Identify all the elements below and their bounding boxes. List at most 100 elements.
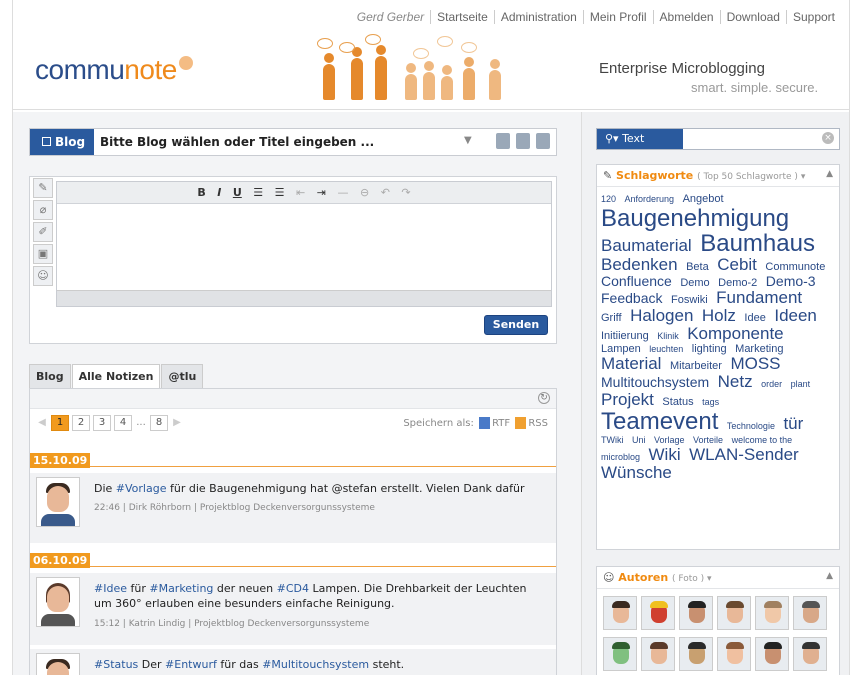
tag-link[interactable]: Baumaterial <box>601 236 692 255</box>
blog-select-input[interactable]: Bitte Blog wählen oder Titel eingeben ..… <box>100 135 374 149</box>
avatar[interactable] <box>36 653 80 675</box>
tag-link[interactable]: Demo-3 <box>766 273 816 289</box>
bullet-list-icon[interactable]: ☰ <box>253 186 263 199</box>
tab-blog[interactable]: Blog <box>29 364 71 388</box>
current-user[interactable]: Gerd Gerber <box>351 10 430 24</box>
unlink-icon[interactable]: ⊖ <box>360 186 369 199</box>
tag-link[interactable]: Uni <box>632 435 646 445</box>
tag-icon[interactable]: ✐ <box>33 222 53 242</box>
note-item[interactable]: #Idee für #Marketing der neuen #CD4 Lamp… <box>30 573 556 645</box>
tag-link[interactable]: Confluence <box>601 273 672 289</box>
hashtag-link[interactable]: #Entwurf <box>165 658 217 671</box>
author-avatar[interactable] <box>641 596 675 630</box>
tab-tlu[interactable]: @tlu <box>161 364 204 388</box>
tag-link[interactable]: Idee <box>744 312 765 324</box>
author-avatar[interactable] <box>717 596 751 630</box>
author-avatar[interactable] <box>755 637 789 671</box>
tag-link[interactable]: Beta <box>686 261 709 273</box>
tag-link[interactable]: Mitarbeiter <box>670 360 722 373</box>
tag-cloud-header[interactable]: ✎ Schlagworte ( Top 50 Schlagworte ) ▾ ▲ <box>597 165 839 187</box>
tag-link[interactable]: WLAN-Sender <box>689 445 799 464</box>
author-avatar[interactable] <box>793 637 827 671</box>
underline-button[interactable]: U <box>233 186 242 199</box>
authors-header[interactable]: ☺ Autoren ( Foto ) ▾ ▲ <box>597 567 839 589</box>
link-icon[interactable]: — <box>337 186 348 199</box>
logo[interactable]: communote <box>35 54 193 86</box>
tag-link[interactable]: leuchten <box>649 344 683 354</box>
tag-link[interactable]: Vorlage <box>654 435 685 445</box>
tag-link[interactable]: Lampen <box>601 343 641 355</box>
next-page-icon[interactable]: ▶ <box>171 416 183 432</box>
tag-link[interactable]: Wiki <box>649 445 681 464</box>
tag-link[interactable]: Feedback <box>601 290 662 306</box>
author-avatar[interactable] <box>603 596 637 630</box>
tag-link[interactable]: Griff <box>601 312 622 324</box>
hashtag-link[interactable]: #Vorlage <box>116 482 167 495</box>
tag-link[interactable]: Halogen <box>630 306 693 325</box>
hashtag-link[interactable]: #CD4 <box>277 582 309 595</box>
edit-icon[interactable]: ✎ <box>33 178 53 198</box>
tag-link[interactable]: Multitouchsystem <box>601 374 709 390</box>
dropdown-arrow-icon[interactable]: ▼ <box>464 135 472 146</box>
tag-link[interactable]: MOSS <box>730 354 780 373</box>
tag-link[interactable]: Netz <box>718 372 753 391</box>
nav-link-download[interactable]: Download <box>719 10 786 24</box>
collapse-icon[interactable]: ▲ <box>826 571 833 581</box>
author-avatar[interactable] <box>755 596 789 630</box>
blog-action-icon-3[interactable] <box>536 133 550 149</box>
hashtag-link[interactable]: #Multitouchsystem <box>262 658 369 671</box>
avatar[interactable] <box>36 477 80 527</box>
nav-link-administration[interactable]: Administration <box>493 10 583 24</box>
nav-link-startseite[interactable]: Startseite <box>430 10 494 24</box>
tag-link[interactable]: Foswiki <box>671 294 708 307</box>
attachment-icon[interactable]: ⌀ <box>33 200 53 220</box>
page-link[interactable]: 4 <box>114 415 132 431</box>
tag-link[interactable]: lighting <box>692 343 727 355</box>
tab-alle-notizen[interactable]: Alle Notizen <box>71 364 161 388</box>
image-icon[interactable]: ▣ <box>33 244 53 264</box>
nav-link-mein-profil[interactable]: Mein Profil <box>582 10 653 24</box>
authors-subtitle[interactable]: ( Foto ) <box>672 574 704 584</box>
collapse-icon[interactable]: ▲ <box>826 169 833 179</box>
author-avatar[interactable] <box>603 637 637 671</box>
tag-link[interactable]: order <box>761 379 782 389</box>
tag-link[interactable]: 120 <box>601 194 616 204</box>
tag-link[interactable]: welcome to the <box>732 435 793 445</box>
nav-link-support[interactable]: Support <box>785 10 841 24</box>
redo-icon[interactable]: ↷ <box>401 186 410 199</box>
refresh-icon[interactable]: ↻ <box>538 392 550 404</box>
tag-link[interactable]: tags <box>702 397 719 407</box>
blog-action-icon-2[interactable] <box>516 133 530 149</box>
rss-link[interactable]: RSS <box>528 418 548 429</box>
tag-cloud-subtitle[interactable]: ( Top 50 Schlagworte ) <box>697 172 798 182</box>
nav-link-abmelden[interactable]: Abmelden <box>652 10 720 24</box>
tag-link[interactable]: Angebot <box>683 193 724 205</box>
user-icon[interactable]: ☺ <box>33 266 53 286</box>
tag-link[interactable]: microblog <box>601 452 640 462</box>
editor-text-area[interactable] <box>57 204 551 290</box>
tag-link[interactable]: Technologie <box>727 421 775 431</box>
note-item[interactable]: Die #Vorlage für die Baugenehmigung hat … <box>30 473 556 543</box>
author-avatar[interactable] <box>641 637 675 671</box>
page-link[interactable]: 8 <box>150 415 168 431</box>
page-link[interactable]: 2 <box>72 415 90 431</box>
tag-link[interactable]: Status <box>662 396 693 408</box>
tag-link[interactable]: tür <box>783 414 803 433</box>
page-link[interactable]: 1 <box>51 415 69 431</box>
avatar[interactable] <box>36 577 80 627</box>
prev-page-icon[interactable]: ◀ <box>36 416 48 432</box>
rtf-link[interactable]: RTF <box>492 418 510 429</box>
tag-link[interactable]: Anforderung <box>625 194 675 204</box>
tag-link[interactable]: Komponente <box>687 324 783 343</box>
tag-link[interactable]: Fundament <box>716 288 802 307</box>
tag-link[interactable]: TWiki <box>601 435 624 445</box>
tag-link[interactable]: Demo <box>680 277 709 289</box>
tag-link[interactable]: Vorteile <box>693 435 723 445</box>
tag-link[interactable]: Cebit <box>717 255 757 274</box>
author-avatar[interactable] <box>679 637 713 671</box>
rss-icon[interactable] <box>515 417 527 429</box>
send-button[interactable]: Senden <box>484 315 548 335</box>
bold-button[interactable]: B <box>197 186 205 199</box>
tag-link[interactable]: Wünsche <box>601 463 672 482</box>
tag-link[interactable]: Marketing <box>735 343 783 355</box>
